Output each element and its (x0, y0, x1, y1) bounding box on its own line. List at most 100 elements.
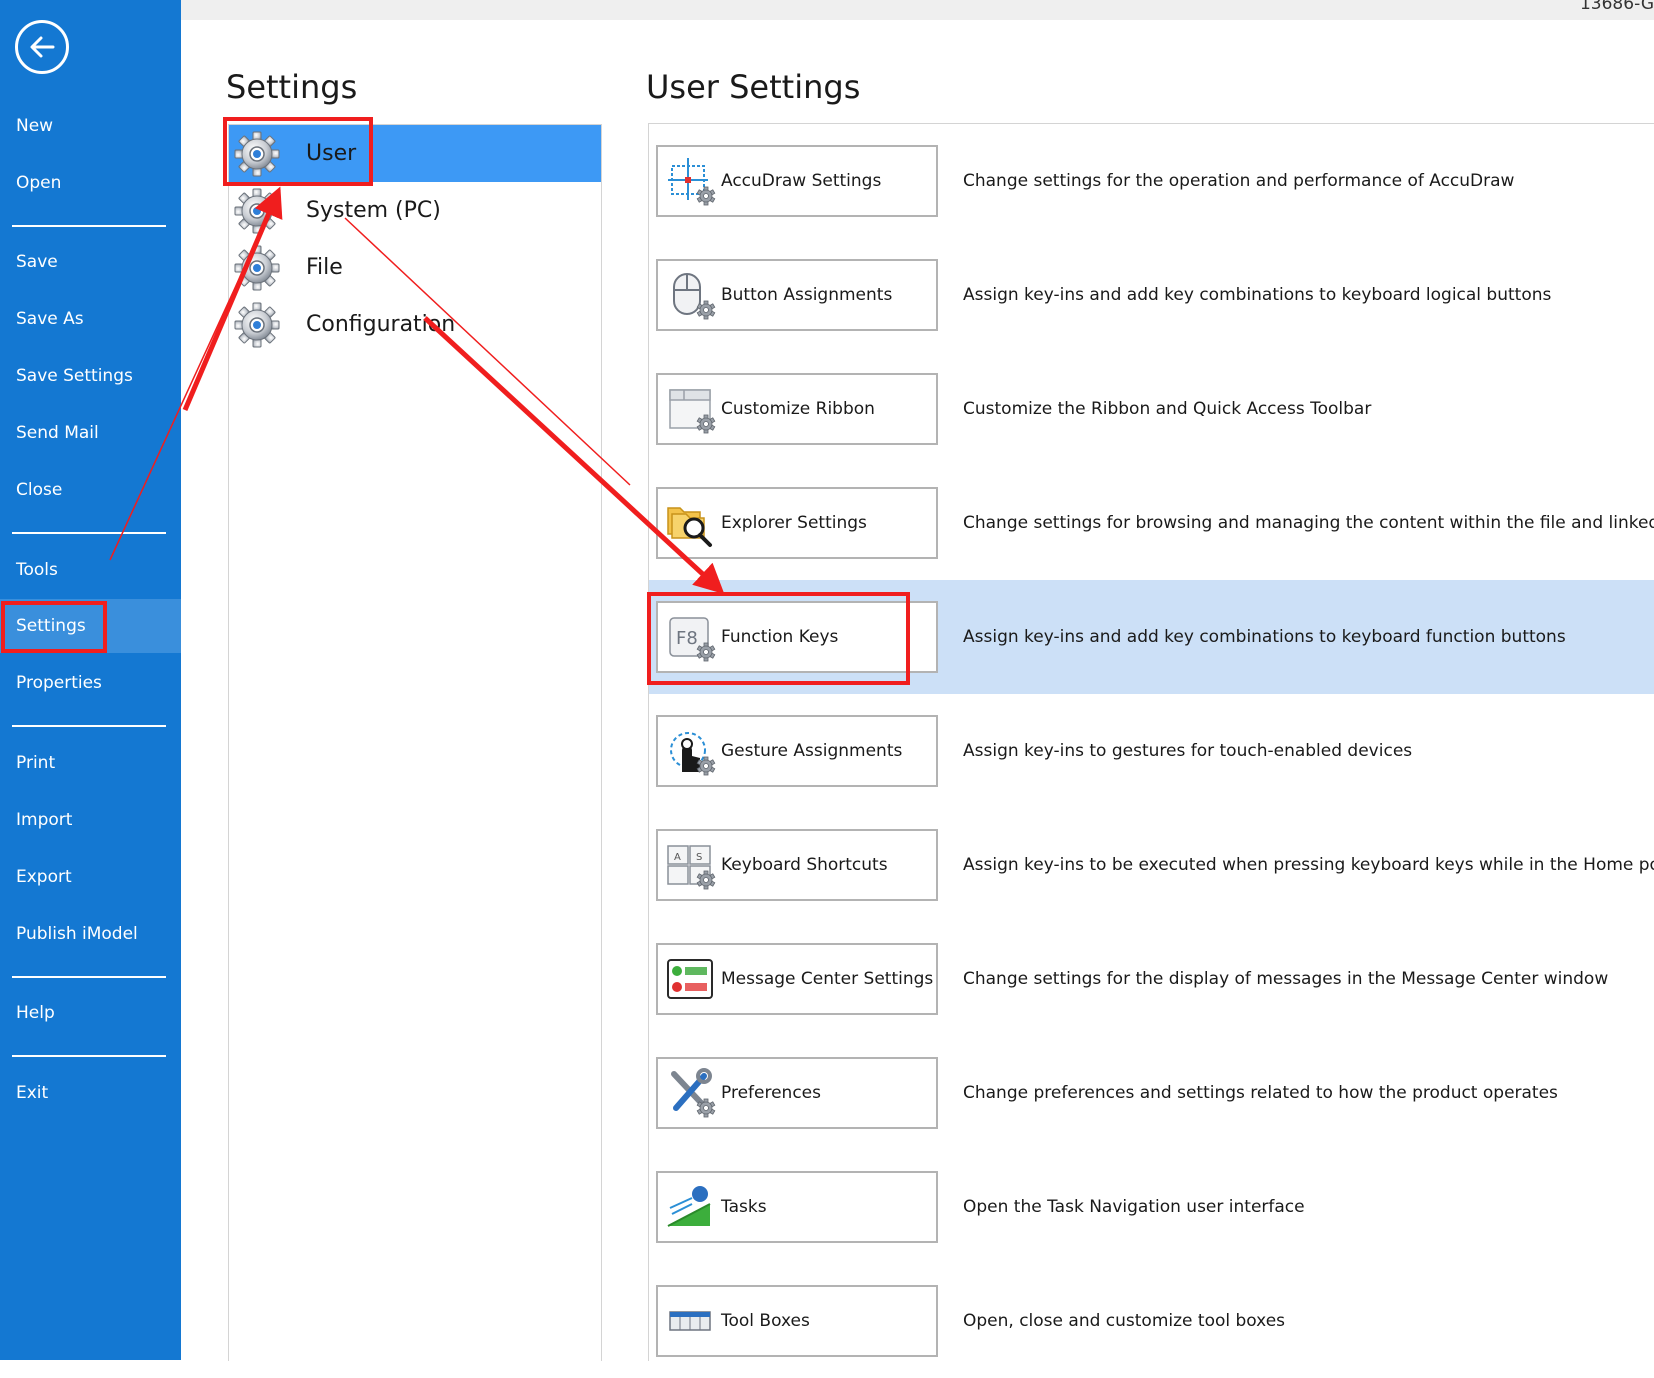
nav-label: Settings (16, 616, 86, 636)
settings-title: Settings (226, 68, 358, 106)
settings-item-description: Assign key-ins and add key combinations … (963, 285, 1552, 305)
nav-save-as[interactable]: Save As (0, 292, 181, 346)
nav-label: Close (16, 480, 63, 500)
nav-label: Help (16, 1003, 55, 1023)
back-button[interactable] (15, 20, 69, 74)
category-configuration[interactable]: Configuration (229, 296, 601, 353)
title-bar: 13686-G (181, 0, 1654, 20)
settings-row-button-assignments: Button Assignments Assign key-ins and ad… (649, 238, 1654, 352)
nav-separator (12, 725, 166, 727)
nav-label: Save (16, 252, 58, 272)
preferences-icon (671, 1068, 716, 1118)
category-file[interactable]: File (229, 239, 601, 296)
nav-print[interactable]: Print (0, 736, 181, 790)
settings-row-explorer: Explorer Settings Change settings for br… (649, 466, 1654, 580)
nav-publish-imodel[interactable]: Publish iModel (0, 907, 181, 961)
svg-text:F8: F8 (676, 628, 698, 649)
svg-text:S: S (696, 852, 702, 863)
settings-item-description: Customize the Ribbon and Quick Access To… (963, 399, 1372, 419)
nav-new[interactable]: New (0, 99, 181, 153)
user-settings-list: AccuDraw Settings Change settings for th… (648, 123, 1654, 1361)
nav-properties[interactable]: Properties (0, 656, 181, 710)
nav-close[interactable]: Close (0, 463, 181, 517)
settings-row-tasks: Tasks Open the Task Navigation user inte… (649, 1150, 1654, 1264)
gesture-assignments-button[interactable]: Gesture Assignments (656, 715, 938, 787)
explorer-settings-button[interactable]: Explorer Settings (656, 487, 938, 559)
backstage-nav: New Open Save Save As Save Settings Send… (0, 0, 181, 1360)
settings-item-label: Tasks (721, 1197, 767, 1217)
category-label: File (306, 255, 343, 280)
settings-item-label: Message Center Settings (721, 969, 934, 989)
settings-item-description: Change settings for the operation and pe… (963, 171, 1515, 191)
nav-save[interactable]: Save (0, 235, 181, 289)
window-title: 13686-G (1579, 0, 1654, 14)
category-system[interactable]: System (PC) (229, 182, 601, 239)
nav-label: Print (16, 753, 56, 773)
settings-category-list: User System (PC) File Configuration (228, 124, 602, 1361)
gesture-icon (670, 732, 716, 776)
settings-row-gesture-assignments: Gesture Assignments Assign key-ins to ge… (649, 694, 1654, 808)
gear-icon (233, 187, 281, 235)
function-keys-button[interactable]: F8 Function Keys (656, 601, 938, 673)
gear-icon (233, 244, 281, 292)
settings-item-label: AccuDraw Settings (721, 171, 882, 191)
settings-row-customize-ribbon: Customize Ribbon Customize the Ribbon an… (649, 352, 1654, 466)
nav-save-settings[interactable]: Save Settings (0, 349, 181, 403)
mouse-icon (673, 273, 716, 320)
svg-text:A: A (674, 852, 681, 863)
preferences-button[interactable]: Preferences (656, 1057, 938, 1129)
toolbox-icon (669, 1311, 711, 1331)
settings-item-description: Change settings for browsing and managin… (963, 513, 1654, 533)
customize-ribbon-button[interactable]: Customize Ribbon (656, 373, 938, 445)
nav-tools[interactable]: Tools (0, 543, 181, 597)
nav-label: Send Mail (16, 423, 99, 443)
message-center-icon (667, 959, 713, 999)
nav-import[interactable]: Import (0, 793, 181, 847)
nav-label: Publish iModel (16, 924, 138, 944)
nav-label: Tools (16, 560, 58, 580)
nav-label: New (16, 116, 54, 136)
settings-item-description: Assign key-ins and add key combinations … (963, 627, 1566, 647)
settings-item-description: Change settings for the display of messa… (963, 969, 1609, 989)
tasks-icon (667, 1186, 711, 1227)
gear-icon (233, 130, 281, 178)
nav-open[interactable]: Open (0, 156, 181, 210)
back-arrow-icon (30, 36, 55, 58)
nav-help[interactable]: Help (0, 986, 181, 1040)
category-label: System (PC) (306, 198, 441, 223)
nav-exit[interactable]: Exit (0, 1066, 181, 1120)
settings-item-label: Gesture Assignments (721, 741, 903, 761)
nav-label: Export (16, 867, 72, 887)
nav-send-mail[interactable]: Send Mail (0, 406, 181, 460)
settings-item-description: Assign key-ins to gestures for touch-ena… (963, 741, 1413, 761)
accudraw-icon (668, 158, 716, 206)
nav-export[interactable]: Export (0, 850, 181, 904)
category-label: Configuration (306, 312, 456, 337)
settings-row-function-keys: F8 Function Keys Assign key-ins and add … (649, 580, 1654, 694)
settings-item-label: Button Assignments (721, 285, 893, 305)
nav-separator (12, 976, 166, 978)
keyboard-shortcuts-button[interactable]: A S Keyboard Shortcuts (656, 829, 938, 901)
category-user[interactable]: User (229, 125, 601, 182)
settings-item-label: Keyboard Shortcuts (721, 855, 888, 875)
gear-icon (233, 301, 281, 349)
ribbon-icon (669, 389, 716, 434)
nav-label: Exit (16, 1083, 49, 1103)
nav-separator (12, 532, 166, 534)
nav-settings[interactable]: Settings (0, 599, 181, 653)
settings-item-label: Customize Ribbon (721, 399, 875, 419)
nav-label: Import (16, 810, 73, 830)
message-center-settings-button[interactable]: Message Center Settings (656, 943, 938, 1015)
explorer-icon (667, 507, 712, 547)
settings-item-label: Function Keys (721, 627, 839, 647)
category-label: User (306, 141, 357, 166)
settings-row-accudraw: AccuDraw Settings Change settings for th… (649, 124, 1654, 238)
settings-item-label: Tool Boxes (721, 1311, 810, 1331)
settings-item-description: Open, close and customize tool boxes (963, 1311, 1286, 1331)
settings-row-message-center: Message Center Settings Change settings … (649, 922, 1654, 1036)
settings-item-description: Change preferences and settings related … (963, 1083, 1558, 1103)
button-assignments-button[interactable]: Button Assignments (656, 259, 938, 331)
accudraw-settings-button[interactable]: AccuDraw Settings (656, 145, 938, 217)
tasks-button[interactable]: Tasks (656, 1171, 938, 1243)
tool-boxes-button[interactable]: Tool Boxes (656, 1285, 938, 1357)
